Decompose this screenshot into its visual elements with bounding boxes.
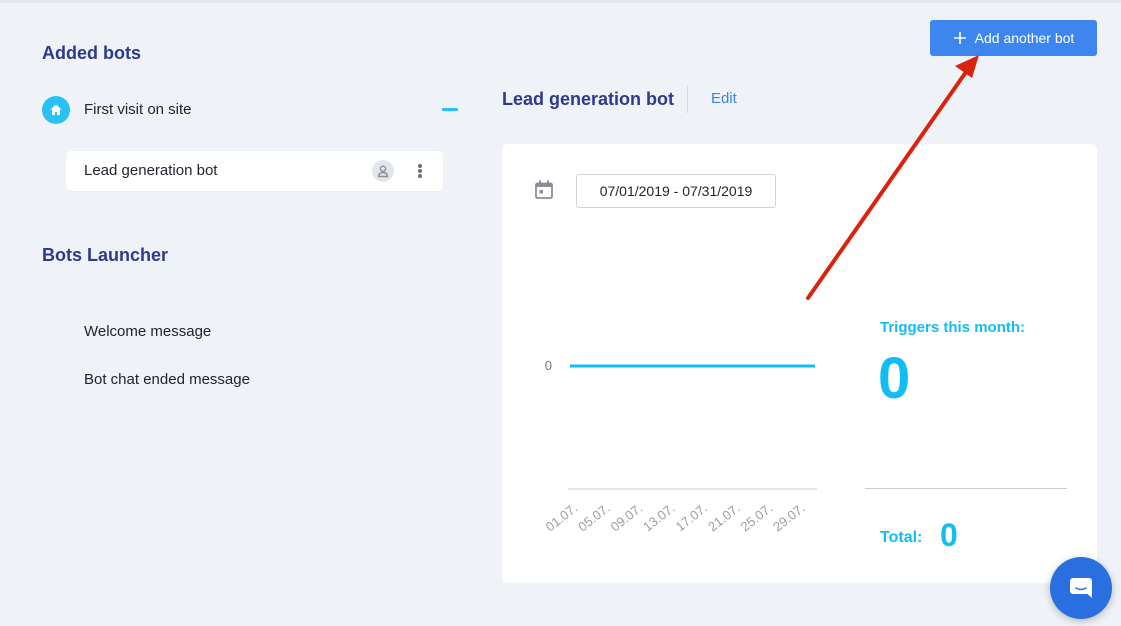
bot-title: Lead generation bot [502, 89, 675, 109]
add-another-bot-label: Add another bot [974, 30, 1075, 46]
title-divider [687, 85, 688, 113]
x-tick-label: 01.07. [543, 500, 581, 534]
bot-item-label: Lead generation bot [84, 162, 218, 179]
x-tick-label: 13.07. [640, 500, 678, 534]
top-border [0, 0, 1121, 3]
x-tick-label: 21.07. [705, 500, 743, 534]
stats-panel: 07/01/2019 - 07/31/2019 0 01.07. 05.07. 09.… [502, 144, 1097, 583]
edit-link[interactable]: Edit [711, 90, 737, 107]
chat-widget-button[interactable] [1050, 557, 1112, 619]
chat-icon [1070, 578, 1092, 598]
triggers-this-month-value: 0 [878, 346, 911, 411]
total-label: Total: [880, 529, 923, 546]
triggers-this-month-label: Triggers this month: [880, 319, 1026, 336]
total-value: 0 [940, 517, 958, 553]
user-icon [372, 160, 394, 182]
x-tick-label: 25.07. [738, 500, 776, 534]
plus-icon [953, 32, 966, 44]
add-another-bot-button[interactable]: Add another bot [930, 20, 1097, 56]
added-bots-heading: Added bots [42, 43, 141, 63]
bot-group-label: First visit on site [84, 101, 192, 118]
collapse-icon[interactable] [442, 108, 458, 111]
x-tick-label: 17.07. [673, 500, 711, 534]
x-tick-label: 09.07. [608, 500, 646, 534]
home-icon [42, 96, 70, 124]
launcher-item-welcome-message[interactable]: Welcome message [84, 323, 211, 340]
stats-divider [865, 488, 1067, 489]
y-tick-label: 0 [545, 358, 552, 373]
bot-item-lead-generation[interactable]: Lead generation bot [66, 151, 443, 191]
x-tick-label: 29.07. [770, 500, 808, 534]
bot-group-first-visit[interactable]: First visit on site [42, 96, 458, 124]
triggers-chart: 0 01.07.05.07.09.07.13.07.17.07.21.07.25.… [543, 358, 817, 534]
more-options-icon[interactable] [413, 161, 427, 181]
bots-launcher-heading: Bots Launcher [42, 245, 169, 265]
launcher-item-bot-chat-ended[interactable]: Bot chat ended message [84, 371, 250, 388]
x-tick-label: 05.07. [575, 500, 613, 534]
